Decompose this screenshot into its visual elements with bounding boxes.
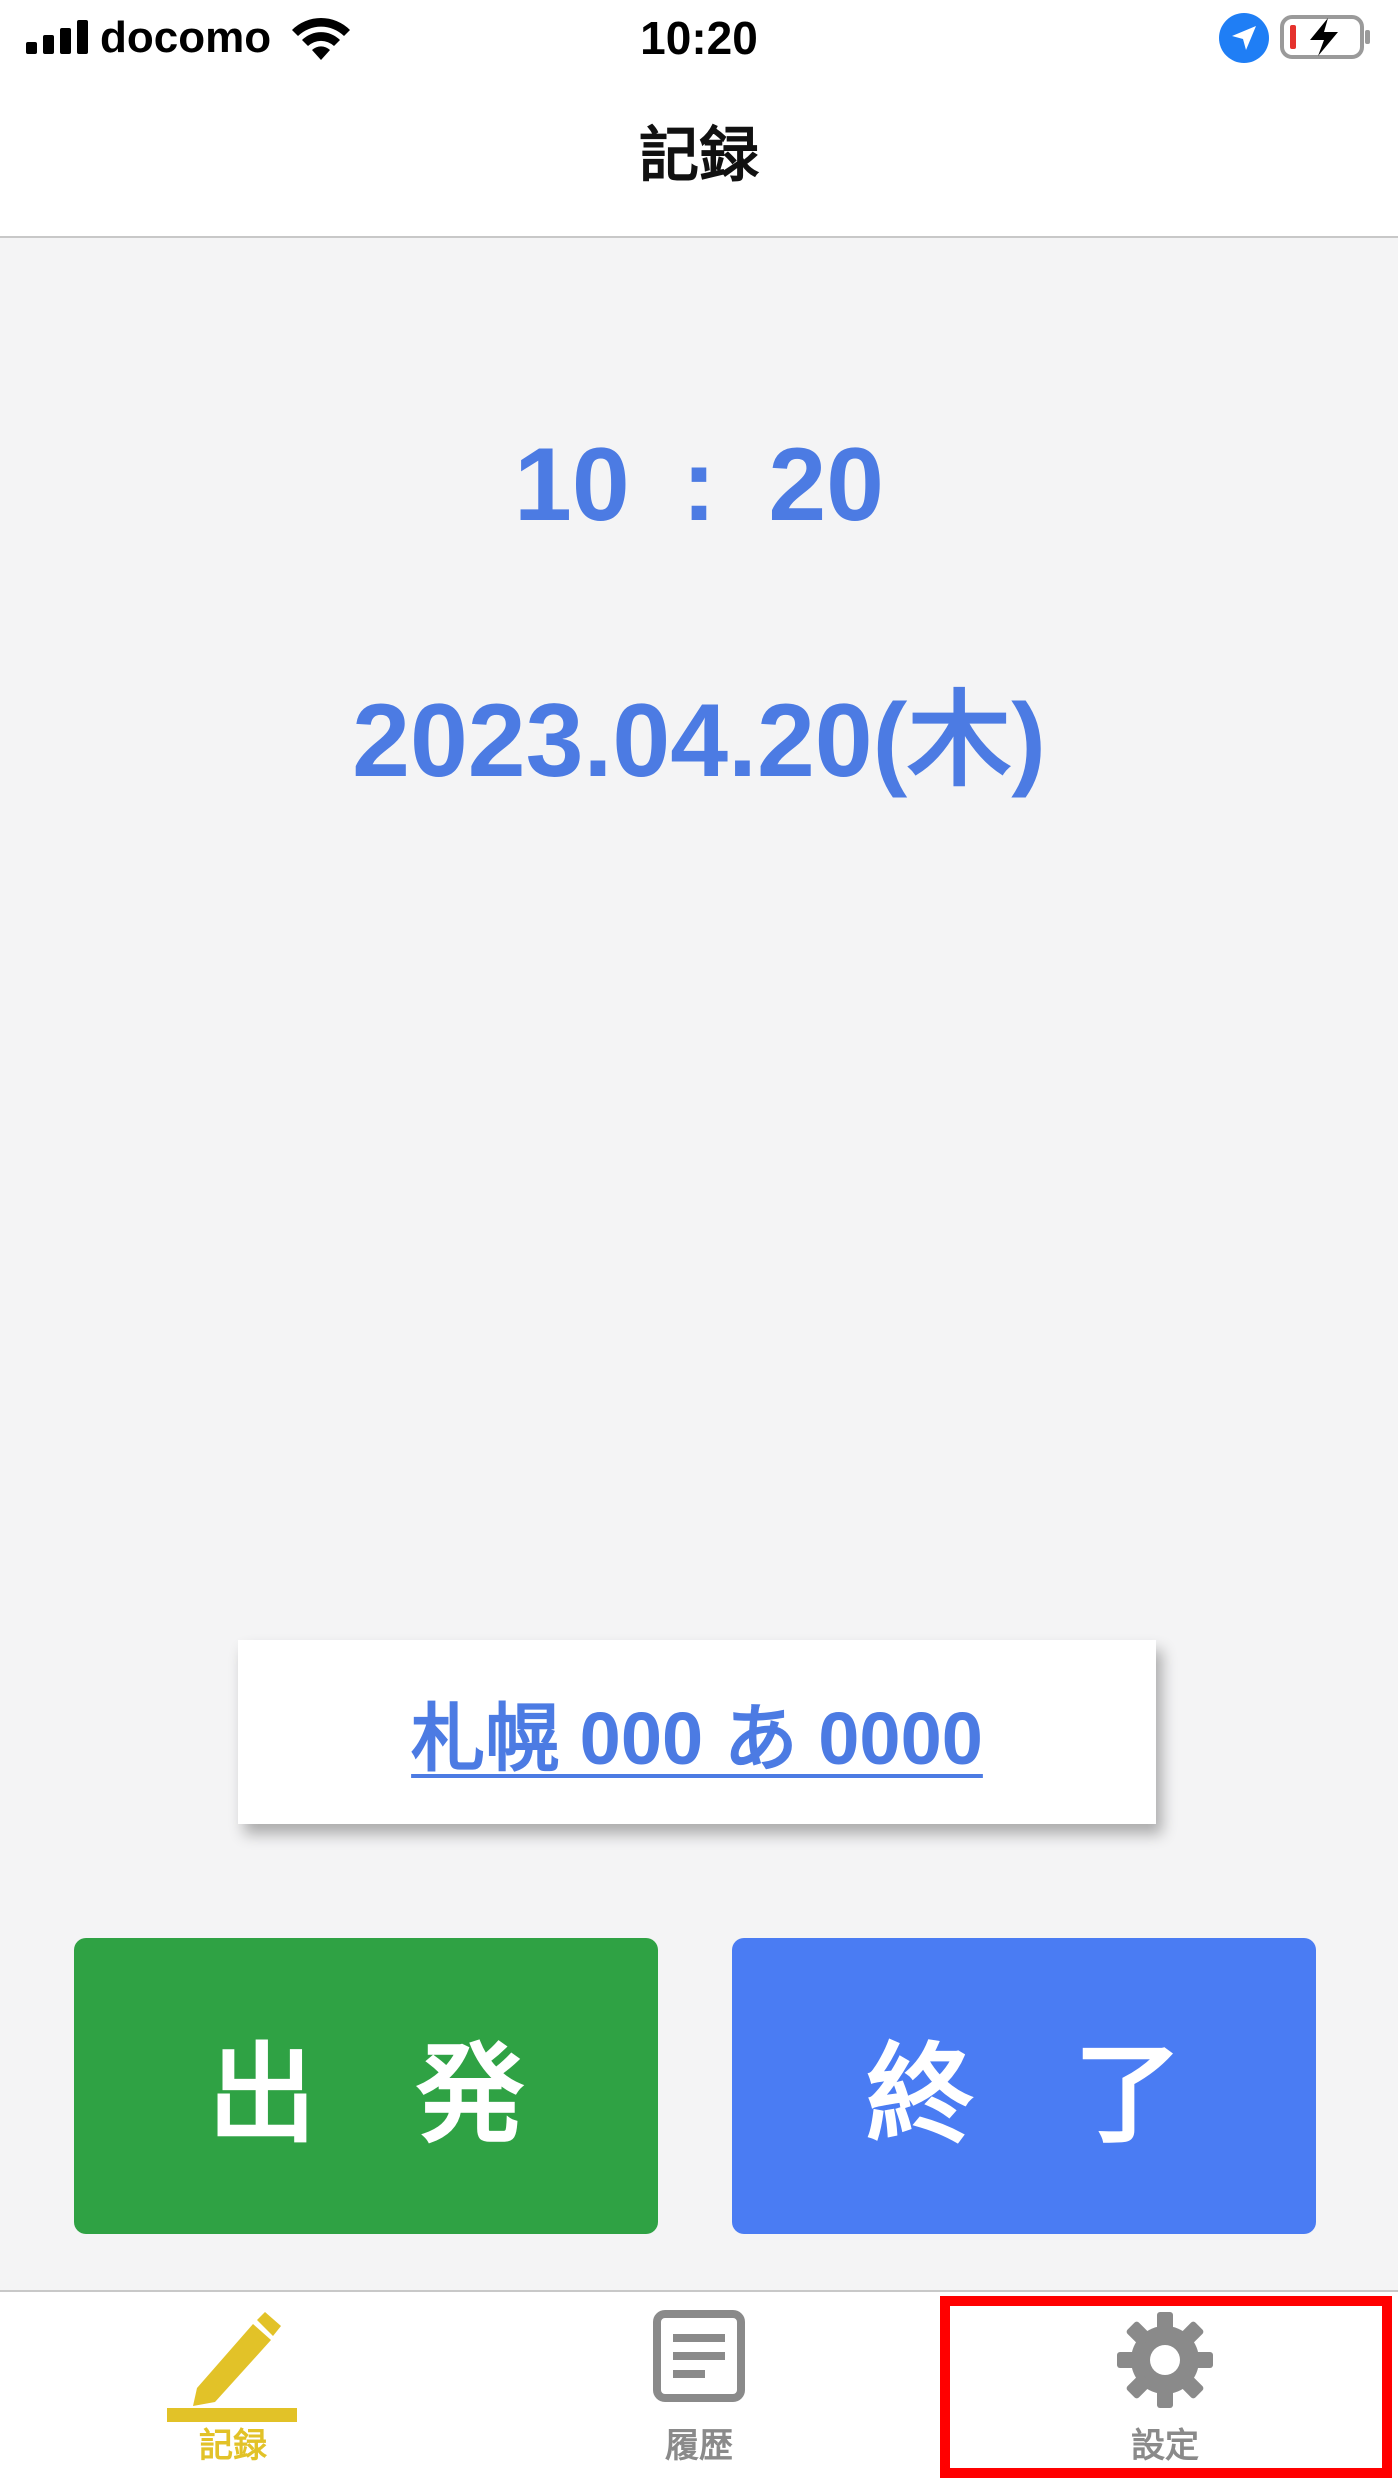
finish-button[interactable]: 終了 — [732, 1938, 1316, 2234]
tab-bar: 記録 履歴 設定 — [0, 2290, 1398, 2482]
status-clock: 10:20 — [640, 12, 758, 64]
current-time-display: 10 : 20 — [514, 427, 884, 543]
battery-charging-icon — [1280, 15, 1370, 59]
tab-history-label: 履歴 — [665, 2427, 733, 2465]
navigation-bar: 記録 — [0, 76, 1398, 238]
tab-history[interactable]: 履歴 — [466, 2292, 932, 2482]
tab-settings[interactable]: 設定 — [932, 2292, 1398, 2482]
location-arrow-icon — [1219, 13, 1269, 63]
depart-button[interactable]: 出発 — [74, 1938, 658, 2234]
tab-settings-label: 設定 — [1131, 2427, 1199, 2465]
vehicle-plate-link[interactable]: 札幌 000 あ 0000 — [411, 1679, 983, 1786]
page-title: 記録 — [639, 122, 759, 189]
history-icon — [653, 2310, 745, 2402]
current-date-display: 2023.04.20(木) — [352, 683, 1046, 799]
main-content: 10 : 20 2023.04.20(木) 札幌 000 あ 0000 出発 終… — [0, 238, 1398, 2290]
tab-record[interactable]: 記録 — [0, 2292, 466, 2482]
gear-icon — [1117, 2312, 1213, 2408]
status-bar: docomo 10:20 — [0, 0, 1398, 76]
vehicle-plate-card[interactable]: 札幌 000 あ 0000 — [238, 1640, 1156, 1824]
tab-record-label: 記録 — [199, 2427, 267, 2465]
pencil-icon — [167, 2312, 297, 2422]
